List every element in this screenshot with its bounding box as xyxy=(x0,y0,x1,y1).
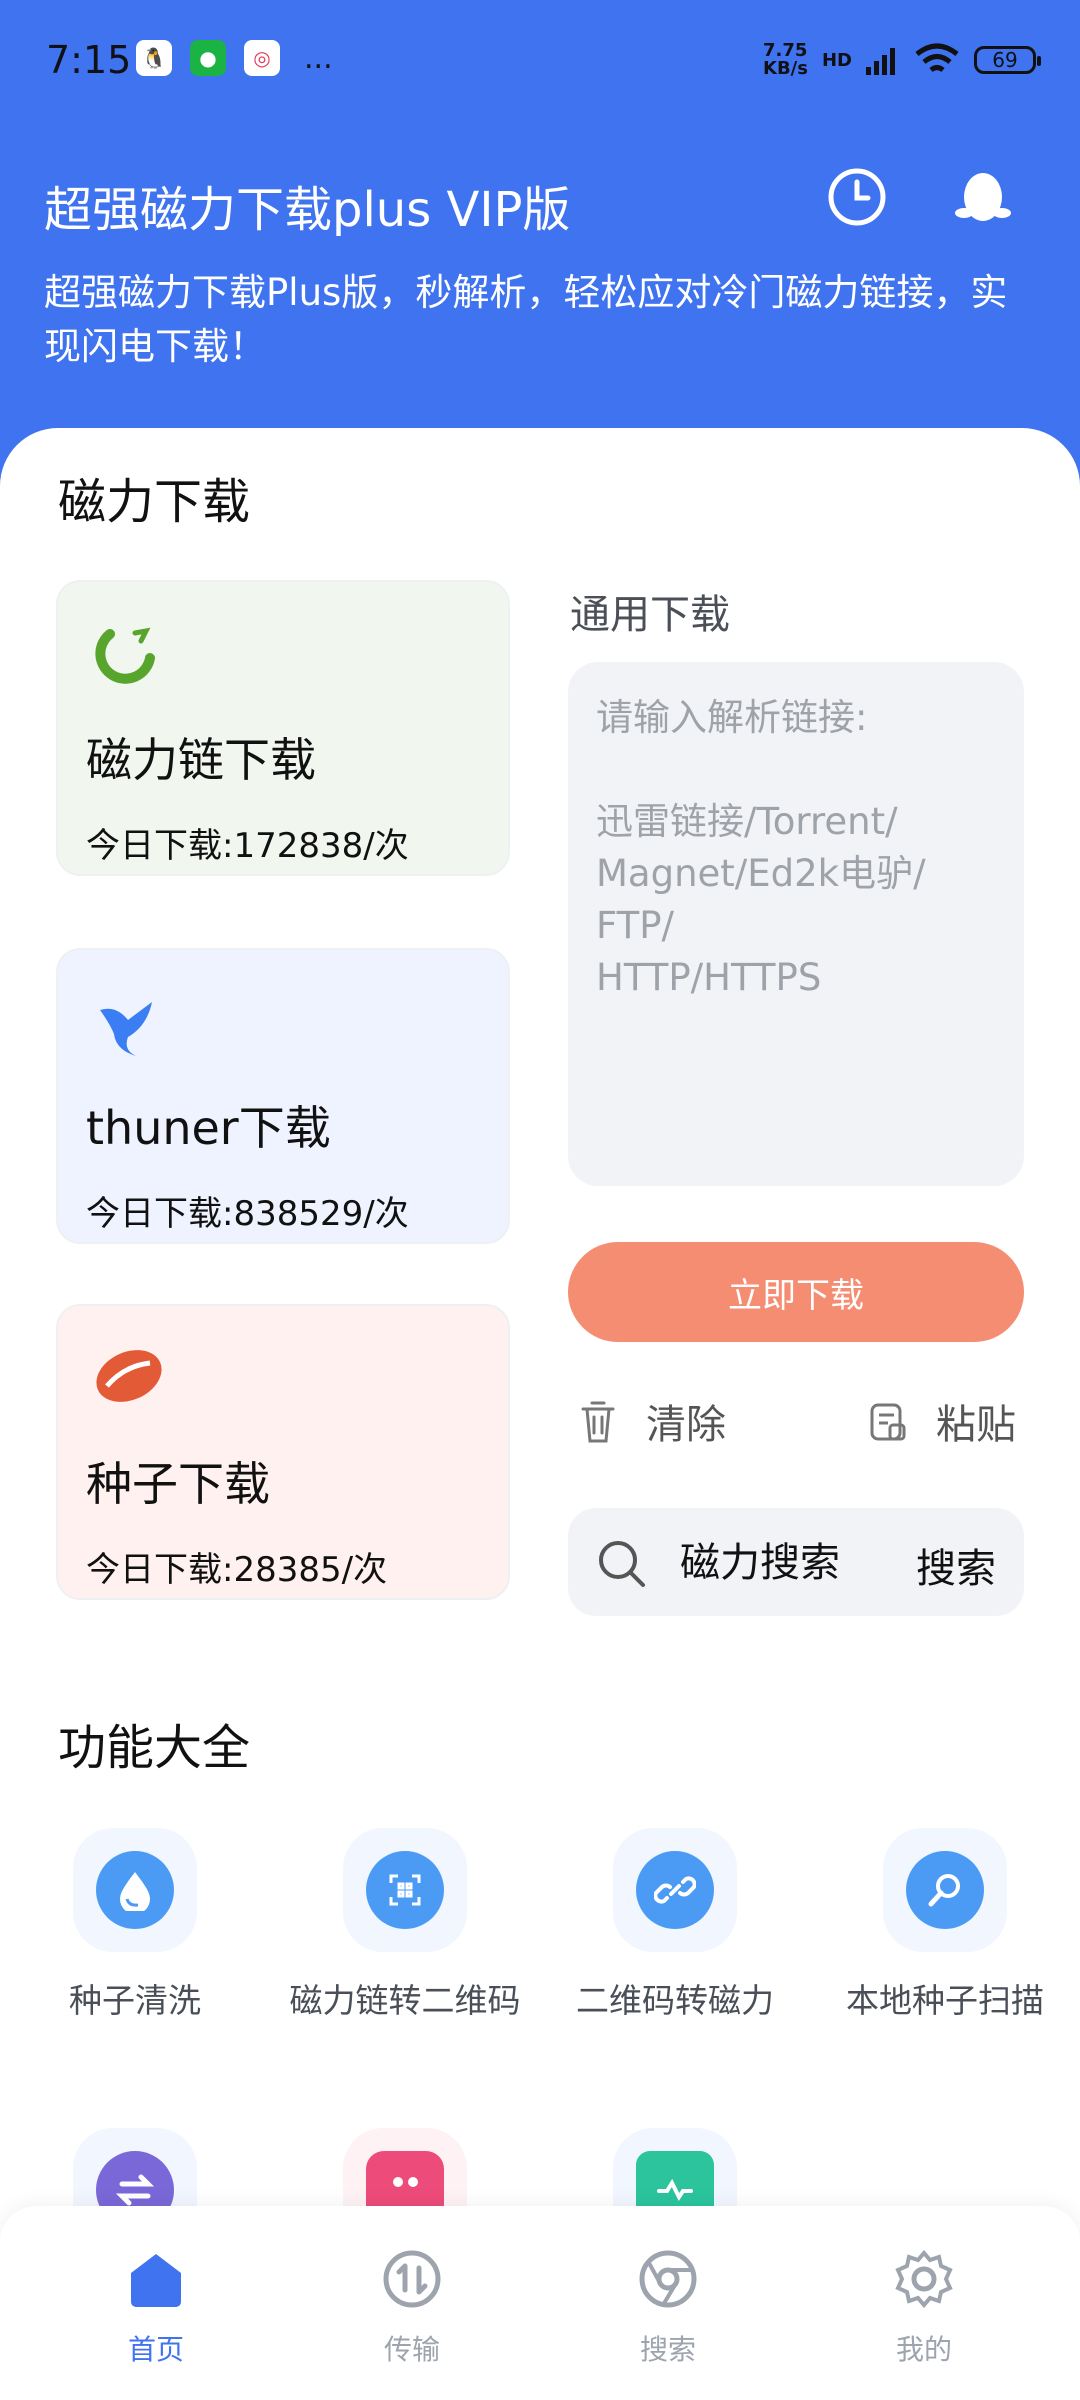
nav-transfer[interactable]: 传输 xyxy=(342,2248,482,2368)
browser-icon xyxy=(639,2250,697,2308)
app-title: 超强磁力下载plus VIP版 xyxy=(44,182,571,238)
nav-label: 传输 xyxy=(383,2333,440,2366)
wechat-icon: ● xyxy=(190,40,226,76)
magnet-search-box[interactable]: 搜索 xyxy=(568,1508,1024,1616)
link-input[interactable] xyxy=(568,662,1024,1186)
clear-label: 清除 xyxy=(646,1402,726,1448)
nav-label: 搜索 xyxy=(639,2333,696,2366)
search-input[interactable] xyxy=(678,1528,862,1598)
app-icon: ◎ xyxy=(244,40,280,76)
card-title: thuner下载 xyxy=(86,1101,331,1155)
bird-icon xyxy=(100,1002,152,1056)
trash-icon xyxy=(581,1401,615,1443)
nav-search[interactable]: 搜索 xyxy=(598,2248,738,2368)
clear-button[interactable]: 清除 xyxy=(576,1392,726,1450)
qr-icon xyxy=(366,1851,444,1929)
app-header: 超强磁力下载plus VIP版 超强磁力下载Plus版，秒解析，轻松应对冷门磁力… xyxy=(0,128,1080,428)
signal-icon xyxy=(866,48,895,75)
battery-indicator: 69 xyxy=(974,46,1041,74)
thunder-download-card[interactable]: thuner下载 今日下载:838529/次 xyxy=(56,948,510,1244)
history-icon[interactable] xyxy=(826,166,888,228)
general-download-title: 通用下载 xyxy=(570,592,730,638)
network-speed: 7.75 KB/s xyxy=(763,40,808,79)
clipboard-icon xyxy=(870,1403,906,1441)
transfer-icon xyxy=(383,2250,441,2308)
link-icon xyxy=(636,1851,714,1929)
status-time: 7:15 xyxy=(46,38,132,82)
drop-icon xyxy=(96,1851,174,1929)
magnet-icon xyxy=(95,627,155,684)
status-bar: 7:15 🐧 ● ◎ ... 7.75 KB/s HD 69 xyxy=(0,0,1080,128)
feature-magnet-to-qr[interactable]: 磁力链转二维码 xyxy=(280,1828,530,2022)
magnet-section-title: 磁力下载 xyxy=(58,462,275,532)
nav-profile[interactable]: 我的 xyxy=(854,2248,994,2368)
status-indicators: 7.75 KB/s HD 69 xyxy=(763,40,1041,79)
paste-label: 粘贴 xyxy=(936,1402,1016,1448)
more-icon: ... xyxy=(304,40,333,76)
feature-label: 种子清洗 xyxy=(69,1981,201,2020)
card-stat: 今日下载:172838/次 xyxy=(86,826,409,866)
hd-badge: HD xyxy=(821,49,852,71)
card-stat: 今日下载:838529/次 xyxy=(86,1194,409,1234)
feature-local-seed-scan[interactable]: 本地种子扫描 xyxy=(820,1828,1070,2022)
nav-label: 我的 xyxy=(895,2333,952,2366)
card-title: 磁力链下载 xyxy=(86,733,316,787)
scan-icon xyxy=(906,1851,984,1929)
magnet-download-card[interactable]: 磁力链下载 今日下载:172838/次 xyxy=(56,580,510,876)
search-button[interactable]: 搜索 xyxy=(916,1536,996,1594)
feature-label: 二维码转磁力 xyxy=(576,1981,774,2020)
nav-home[interactable]: 首页 xyxy=(86,2248,226,2368)
feature-label: 本地种子扫描 xyxy=(846,1981,1044,2020)
download-button[interactable]: 立即下载 xyxy=(568,1242,1024,1342)
card-stat: 今日下载:28385/次 xyxy=(86,1550,388,1590)
qq-icon: 🐧 xyxy=(136,40,172,76)
search-icon xyxy=(599,1541,645,1587)
card-title: 种子下载 xyxy=(86,1457,270,1511)
feature-label: 磁力链转二维码 xyxy=(289,1981,521,2020)
feature-qr-to-magnet[interactable]: 二维码转磁力 xyxy=(550,1828,800,2022)
status-app-icons: 🐧 ● ◎ ... xyxy=(136,40,333,76)
main-content: 磁力下载 磁力链下载 今日下载:172838/次 thuner下载 今日下载:8… xyxy=(0,428,1080,2400)
settings-icon xyxy=(895,2249,953,2309)
seed-download-card[interactable]: 种子下载 今日下载:28385/次 xyxy=(56,1304,510,1600)
app-subtitle: 超强磁力下载Plus版，秒解析，轻松应对冷门磁力链接，实现闪电下载！ xyxy=(44,271,1008,368)
bottom-navigation: 首页 传输 搜索 我的 xyxy=(0,2206,1080,2400)
qq-penguin-icon[interactable] xyxy=(952,166,1014,228)
home-icon xyxy=(131,2254,181,2307)
seed-icon xyxy=(96,1350,162,1402)
features-section-title: 功能大全 xyxy=(58,1708,275,1778)
paste-button[interactable]: 粘贴 xyxy=(866,1392,1016,1450)
feature-seed-clean[interactable]: 种子清洗 xyxy=(10,1828,260,2022)
wifi-icon xyxy=(915,43,959,73)
nav-label: 首页 xyxy=(127,2333,184,2366)
